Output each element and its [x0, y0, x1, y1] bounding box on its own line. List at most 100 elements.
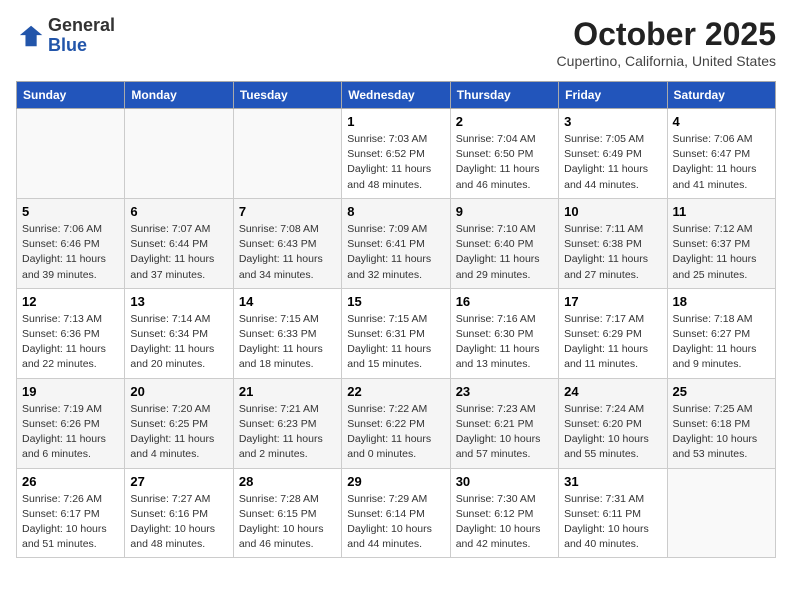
calendar-day-cell: [667, 468, 775, 558]
day-of-week-header: Saturday: [667, 82, 775, 109]
day-number: 31: [564, 474, 661, 489]
day-of-week-header: Monday: [125, 82, 233, 109]
calendar-day-cell: [125, 109, 233, 199]
logo-icon: [18, 22, 46, 50]
day-info: Sunrise: 7:16 AM Sunset: 6:30 PM Dayligh…: [456, 312, 553, 373]
calendar-day-cell: 4 Sunrise: 7:06 AM Sunset: 6:47 PM Daylig…: [667, 109, 775, 199]
calendar-day-cell: 1 Sunrise: 7:03 AM Sunset: 6:52 PM Daylig…: [342, 109, 450, 199]
calendar-day-cell: 27 Sunrise: 7:27 AM Sunset: 6:16 PM Dayli…: [125, 468, 233, 558]
day-number: 16: [456, 294, 553, 309]
day-info: Sunrise: 7:20 AM Sunset: 6:25 PM Dayligh…: [130, 402, 227, 463]
day-number: 26: [22, 474, 119, 489]
day-number: 28: [239, 474, 336, 489]
day-of-week-header: Sunday: [17, 82, 125, 109]
calendar-day-cell: 11 Sunrise: 7:12 AM Sunset: 6:37 PM Dayli…: [667, 198, 775, 288]
day-info: Sunrise: 7:19 AM Sunset: 6:26 PM Dayligh…: [22, 402, 119, 463]
day-info: Sunrise: 7:06 AM Sunset: 6:47 PM Dayligh…: [673, 132, 770, 193]
day-info: Sunrise: 7:04 AM Sunset: 6:50 PM Dayligh…: [456, 132, 553, 193]
logo: General Blue: [16, 16, 115, 56]
calendar-day-cell: 24 Sunrise: 7:24 AM Sunset: 6:20 PM Dayli…: [559, 378, 667, 468]
day-number: 6: [130, 204, 227, 219]
calendar-day-cell: 18 Sunrise: 7:18 AM Sunset: 6:27 PM Dayli…: [667, 288, 775, 378]
calendar-day-cell: [17, 109, 125, 199]
calendar-week-row: 19 Sunrise: 7:19 AM Sunset: 6:26 PM Dayli…: [17, 378, 776, 468]
day-number: 14: [239, 294, 336, 309]
calendar-body: 1 Sunrise: 7:03 AM Sunset: 6:52 PM Daylig…: [17, 109, 776, 558]
day-number: 27: [130, 474, 227, 489]
day-info: Sunrise: 7:06 AM Sunset: 6:46 PM Dayligh…: [22, 222, 119, 283]
day-number: 13: [130, 294, 227, 309]
calendar-day-cell: 22Sunrise: 7:22 AM Sunset: 6:22 PM Dayli…: [342, 378, 450, 468]
day-info: Sunrise: 7:12 AM Sunset: 6:37 PM Dayligh…: [673, 222, 770, 283]
calendar-week-row: 26 Sunrise: 7:26 AM Sunset: 6:17 PM Dayli…: [17, 468, 776, 558]
day-number: 4: [673, 114, 770, 129]
logo-general: General: [48, 15, 115, 35]
day-number: 10: [564, 204, 661, 219]
day-info: Sunrise: 7:31 AM Sunset: 6:11 PM Dayligh…: [564, 492, 661, 553]
calendar-day-cell: 13 Sunrise: 7:14 AM Sunset: 6:34 PM Dayli…: [125, 288, 233, 378]
logo-text: General Blue: [48, 16, 115, 56]
day-of-week-header: Thursday: [450, 82, 558, 109]
calendar-day-cell: 2 Sunrise: 7:04 AM Sunset: 6:50 PM Daylig…: [450, 109, 558, 199]
calendar-day-cell: 26 Sunrise: 7:26 AM Sunset: 6:17 PM Dayli…: [17, 468, 125, 558]
calendar-day-cell: 19 Sunrise: 7:19 AM Sunset: 6:26 PM Dayli…: [17, 378, 125, 468]
calendar-day-cell: 31 Sunrise: 7:31 AM Sunset: 6:11 PM Dayli…: [559, 468, 667, 558]
day-number: 18: [673, 294, 770, 309]
day-number: 24: [564, 384, 661, 399]
day-info: Sunrise: 7:03 AM Sunset: 6:52 PM Dayligh…: [347, 132, 444, 193]
calendar-day-cell: [233, 109, 341, 199]
day-info: Sunrise: 7:26 AM Sunset: 6:17 PM Dayligh…: [22, 492, 119, 553]
calendar-day-cell: 30 Sunrise: 7:30 AM Sunset: 6:12 PM Dayli…: [450, 468, 558, 558]
day-info: Sunrise: 7:10 AM Sunset: 6:40 PM Dayligh…: [456, 222, 553, 283]
day-info: Sunrise: 7:05 AM Sunset: 6:49 PM Dayligh…: [564, 132, 661, 193]
calendar-day-cell: 3 Sunrise: 7:05 AM Sunset: 6:49 PM Daylig…: [559, 109, 667, 199]
day-info: Sunrise: 7:27 AM Sunset: 6:16 PM Dayligh…: [130, 492, 227, 553]
day-number: 2: [456, 114, 553, 129]
day-info: Sunrise: 7:11 AM Sunset: 6:38 PM Dayligh…: [564, 222, 661, 283]
calendar-day-cell: 16 Sunrise: 7:16 AM Sunset: 6:30 PM Dayli…: [450, 288, 558, 378]
calendar-week-row: 5 Sunrise: 7:06 AM Sunset: 6:46 PM Daylig…: [17, 198, 776, 288]
calendar-day-cell: 7Sunrise: 7:08 AM Sunset: 6:43 PM Daylig…: [233, 198, 341, 288]
day-info: Sunrise: 7:30 AM Sunset: 6:12 PM Dayligh…: [456, 492, 553, 553]
day-info: Sunrise: 7:25 AM Sunset: 6:18 PM Dayligh…: [673, 402, 770, 463]
calendar-day-cell: 20Sunrise: 7:20 AM Sunset: 6:25 PM Dayli…: [125, 378, 233, 468]
day-info: Sunrise: 7:29 AM Sunset: 6:14 PM Dayligh…: [347, 492, 444, 553]
page-header: General Blue October 2025 Cupertino, Cal…: [16, 16, 776, 69]
calendar-day-cell: 23 Sunrise: 7:23 AM Sunset: 6:21 PM Dayli…: [450, 378, 558, 468]
calendar-day-cell: 21Sunrise: 7:21 AM Sunset: 6:23 PM Dayli…: [233, 378, 341, 468]
day-info: Sunrise: 7:24 AM Sunset: 6:20 PM Dayligh…: [564, 402, 661, 463]
day-number: 23: [456, 384, 553, 399]
day-number: 12: [22, 294, 119, 309]
day-number: 21: [239, 384, 336, 399]
calendar-day-cell: 14 Sunrise: 7:15 AM Sunset: 6:33 PM Dayli…: [233, 288, 341, 378]
day-info: Sunrise: 7:18 AM Sunset: 6:27 PM Dayligh…: [673, 312, 770, 373]
day-info: Sunrise: 7:08 AM Sunset: 6:43 PM Dayligh…: [239, 222, 336, 283]
calendar-day-cell: 29 Sunrise: 7:29 AM Sunset: 6:14 PM Dayli…: [342, 468, 450, 558]
location-subtitle: Cupertino, California, United States: [557, 53, 776, 69]
day-number: 17: [564, 294, 661, 309]
day-number: 30: [456, 474, 553, 489]
day-number: 5: [22, 204, 119, 219]
day-number: 29: [347, 474, 444, 489]
day-number: 11: [673, 204, 770, 219]
title-block: October 2025 Cupertino, California, Unit…: [557, 16, 776, 69]
calendar-day-cell: 6 Sunrise: 7:07 AM Sunset: 6:44 PM Daylig…: [125, 198, 233, 288]
day-info: Sunrise: 7:15 AM Sunset: 6:33 PM Dayligh…: [239, 312, 336, 373]
calendar-day-cell: 12 Sunrise: 7:13 AM Sunset: 6:36 PM Dayli…: [17, 288, 125, 378]
day-info: Sunrise: 7:17 AM Sunset: 6:29 PM Dayligh…: [564, 312, 661, 373]
day-info: Sunrise: 7:14 AM Sunset: 6:34 PM Dayligh…: [130, 312, 227, 373]
day-of-week-header: Tuesday: [233, 82, 341, 109]
day-number: 1: [347, 114, 444, 129]
day-info: Sunrise: 7:09 AM Sunset: 6:41 PM Dayligh…: [347, 222, 444, 283]
day-number: 3: [564, 114, 661, 129]
day-number: 19: [22, 384, 119, 399]
day-info: Sunrise: 7:15 AM Sunset: 6:31 PM Dayligh…: [347, 312, 444, 373]
day-info: Sunrise: 7:28 AM Sunset: 6:15 PM Dayligh…: [239, 492, 336, 553]
day-number: 25: [673, 384, 770, 399]
day-info: Sunrise: 7:13 AM Sunset: 6:36 PM Dayligh…: [22, 312, 119, 373]
calendar-day-cell: 28 Sunrise: 7:28 AM Sunset: 6:15 PM Dayli…: [233, 468, 341, 558]
day-number: 22: [347, 384, 444, 399]
calendar-day-cell: 5 Sunrise: 7:06 AM Sunset: 6:46 PM Daylig…: [17, 198, 125, 288]
day-info: Sunrise: 7:23 AM Sunset: 6:21 PM Dayligh…: [456, 402, 553, 463]
day-info: Sunrise: 7:07 AM Sunset: 6:44 PM Dayligh…: [130, 222, 227, 283]
